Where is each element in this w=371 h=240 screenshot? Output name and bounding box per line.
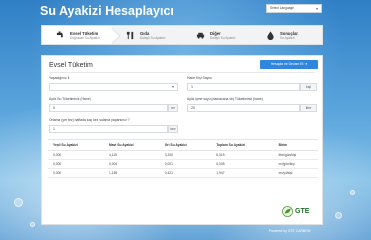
- table-cell: 0,001: [159, 159, 212, 169]
- divider: [49, 72, 315, 73]
- monthly-water-unit: m³: [168, 104, 178, 112]
- people-input[interactable]: 1: [187, 83, 300, 91]
- table-row: 0,000 4,115 3,200 6,315 litre/gün/kişi: [48, 150, 318, 160]
- drinking-water-unit: litre: [300, 104, 317, 112]
- leaf-icon: [282, 205, 293, 217]
- table-cell: m³/yıl/kişi: [273, 168, 318, 178]
- table-cell: 0,000: [48, 150, 105, 160]
- column-header: Yeşil Su Ayakizi: [48, 139, 105, 151]
- chevron-down-icon: ▾: [315, 6, 318, 11]
- footer-credit: Powered by GTE CARBON: [269, 229, 311, 233]
- results-table: Yeşil Su Ayakizi Mavi Su Ayakizi Gri Su …: [48, 139, 318, 178]
- step-subtitle: Dolaylı Su Ayakizi: [210, 35, 236, 40]
- bubble-decoration: [14, 198, 23, 207]
- location-label: Yaşadığınız İl: [49, 76, 70, 80]
- garden-label: Ortama (yer tez) haftada kaç kez sulama …: [49, 118, 130, 122]
- column-header: Mavi Su Ayakizi: [104, 139, 160, 151]
- chevron-down-icon: ▾: [171, 84, 174, 89]
- utensils-icon: [126, 31, 135, 40]
- column-header: Gri Su Ayakizi: [159, 139, 212, 151]
- people-unit: kişi: [300, 83, 317, 91]
- step-wizard: Evsel Tüketim Doğrudan Su Ayakizi Gıda D…: [41, 25, 323, 45]
- language-select[interactable]: Select Language ▾: [266, 4, 322, 13]
- household-panel: Evsel Tüketim Hesapla ve Devam Et ➜ Yaşa…: [41, 55, 323, 225]
- monthly-water-input[interactable]: 0: [49, 104, 168, 112]
- table-row: 0,000 0,004 0,001 0,005 m³/gün/kişi: [48, 159, 318, 169]
- app-title: Su Ayakizi Hesaplayıcı: [40, 4, 174, 18]
- garden-input[interactable]: 1: [49, 125, 168, 133]
- bubble-decoration: [350, 190, 355, 195]
- panel-title: Evsel Tüketim: [49, 62, 93, 69]
- calculate-next-label: Hesapla ve Devam Et: [270, 62, 304, 66]
- arrow-right-icon: ➜: [304, 62, 308, 66]
- table-cell: 6,315: [211, 150, 274, 160]
- table-cell: 0,421: [159, 168, 212, 178]
- table-cell: 1,947: [211, 168, 274, 178]
- step-results[interactable]: Sonuçlar Su Ayakizi: [252, 26, 322, 44]
- table-cell: 0,005: [211, 159, 274, 169]
- column-header: Toplam Su Ayakizi: [211, 139, 274, 151]
- drinking-water-label: Aylık içme suyu (damacana vb) Tüketimini…: [187, 97, 263, 101]
- column-header: Birim: [273, 139, 318, 151]
- table-cell: 0,000: [48, 168, 105, 178]
- step-subtitle: Dolaylı Su Ayakizi: [140, 35, 166, 40]
- table-row: 0,000 1,159 0,421 1,947 m³/yıl/kişi: [48, 168, 318, 178]
- language-select-label: Select Language: [270, 6, 294, 10]
- garden-unit: kez: [168, 125, 178, 133]
- drinking-water-input[interactable]: 20: [187, 104, 300, 112]
- logo-text: GTE: [295, 207, 310, 215]
- water-drop-icon: [266, 30, 275, 40]
- gte-logo: GTE: [282, 203, 318, 219]
- location-select[interactable]: ▾: [49, 83, 178, 91]
- bubble-decoration: [335, 212, 342, 219]
- car-icon: [196, 31, 205, 40]
- table-cell: m³/gün/kişi: [273, 159, 318, 169]
- people-label: Hane Kişi Sayısı: [187, 76, 212, 80]
- faucet-icon: [56, 30, 65, 40]
- table-header-row: Yeşil Su Ayakizi Mavi Su Ayakizi Gri Su …: [48, 139, 318, 151]
- bubble-decoration: [30, 222, 35, 227]
- calculate-next-button[interactable]: Hesapla ve Devam Et ➜: [260, 60, 318, 69]
- table-cell: 4,115: [104, 150, 160, 160]
- step-household[interactable]: Evsel Tüketim Doğrudan Su Ayakizi: [42, 26, 112, 44]
- table-cell: 3,200: [159, 150, 212, 160]
- step-other[interactable]: Diğer Dolaylı Su Ayakizi: [182, 26, 252, 44]
- table-cell: 0,004: [104, 159, 160, 169]
- table-cell: litre/gün/kişi: [273, 150, 318, 160]
- monthly-water-label: Aylık Su Tüketiminiz (Hane): [49, 97, 91, 101]
- table-cell: 0,000: [48, 159, 105, 169]
- table-cell: 1,159: [104, 168, 160, 178]
- step-subtitle: Doğrudan Su Ayakizi: [70, 35, 100, 40]
- step-subtitle: Su Ayakizi: [280, 35, 295, 40]
- step-food[interactable]: Gıda Dolaylı Su Ayakizi: [112, 26, 182, 44]
